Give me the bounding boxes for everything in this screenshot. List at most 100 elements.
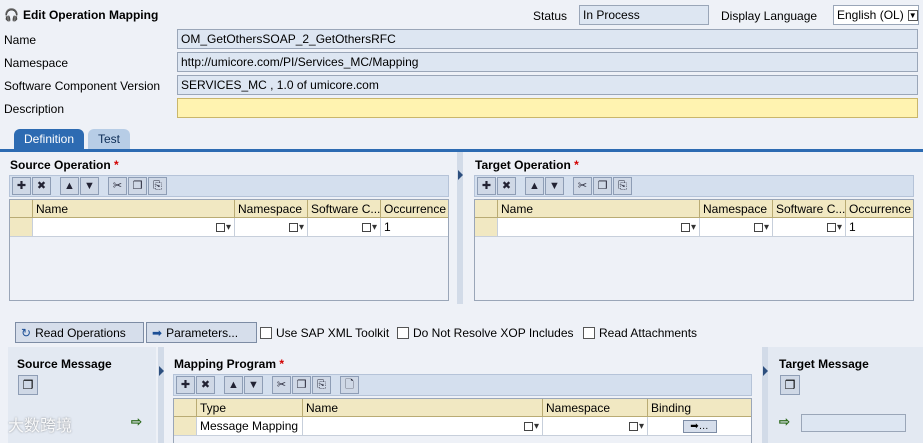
checkbox-box[interactable]	[260, 327, 272, 339]
checkbox-label: Read Attachments	[599, 326, 698, 340]
tab-test[interactable]: Test	[88, 129, 131, 150]
delete-row-icon[interactable]: ✖	[497, 177, 516, 195]
mapping-program-title: Mapping Program *	[174, 357, 284, 371]
name-cell[interactable]: ▾	[303, 417, 543, 435]
add-row-icon[interactable]: ✚	[12, 177, 31, 195]
parameters-button[interactable]: ➡ Parameters...	[146, 322, 257, 343]
scv-field[interactable]: SERVICES_MC , 1.0 of umicore.com	[177, 75, 918, 95]
table-row[interactable]: Message Mapping ▾ ▾ ➡…	[174, 417, 751, 436]
watermark-logo: 大数跨境	[8, 412, 72, 436]
tab-definition[interactable]: Definition	[14, 129, 85, 150]
move-down-icon[interactable]: ▼	[80, 177, 99, 195]
description-field[interactable]	[177, 98, 918, 118]
checkbox-box[interactable]	[397, 327, 409, 339]
value-help-icon[interactable]: ▾	[753, 222, 769, 233]
checkbox-label: Do Not Resolve XOP Includes	[413, 326, 574, 340]
add-row-icon[interactable]: ✚	[176, 376, 195, 394]
description-label: Description	[4, 102, 65, 116]
name-cell[interactable]: ▾	[33, 218, 235, 236]
cut-icon[interactable]: ✂	[272, 376, 291, 394]
delete-row-icon[interactable]: ✖	[32, 177, 51, 195]
display-language-value: English (OL)	[837, 8, 904, 22]
value-help-icon[interactable]: ▾	[826, 222, 842, 233]
target-operation-title: Target Operation *	[475, 158, 579, 172]
splitter-arrow-icon[interactable]	[458, 170, 463, 180]
namespace-cell[interactable]: ▾	[543, 417, 648, 435]
display-message-icon[interactable]: ❐	[780, 375, 800, 395]
cut-icon[interactable]: ✂	[573, 177, 592, 195]
copy-icon[interactable]: ❐	[128, 177, 147, 195]
column-header[interactable]: Type	[197, 399, 303, 416]
page-title-text: Edit Operation Mapping	[22, 8, 159, 22]
column-header[interactable]: Namespace	[235, 200, 308, 217]
column-header[interactable]: Occurrence	[381, 200, 448, 217]
column-header[interactable]: Name	[498, 200, 700, 217]
do-not-resolve-xop-checkbox[interactable]: Do Not Resolve XOP Includes	[397, 326, 574, 340]
column-header[interactable]: Name	[303, 399, 543, 416]
move-up-icon[interactable]: ▲	[60, 177, 79, 195]
namespace-cell[interactable]: ▾	[235, 218, 308, 236]
display-language-select[interactable]: English (OL) ▼	[833, 5, 919, 25]
splitter-arrow-icon[interactable]	[763, 366, 768, 376]
move-up-icon[interactable]: ▲	[525, 177, 544, 195]
column-header[interactable]: Software C...	[773, 200, 846, 217]
value-help-icon[interactable]: ▾	[523, 421, 539, 432]
row-selector[interactable]	[10, 218, 33, 236]
move-up-icon[interactable]: ▲	[224, 376, 243, 394]
read-attachments-checkbox[interactable]: Read Attachments	[583, 326, 697, 340]
column-header[interactable]: Name	[33, 200, 235, 217]
column-header[interactable]: Software C...	[308, 200, 381, 217]
cut-icon[interactable]: ✂	[108, 177, 127, 195]
column-header[interactable]: Namespace	[543, 399, 648, 416]
splitter-arrow-icon[interactable]	[159, 366, 164, 376]
document-icon[interactable]: 🗋	[340, 376, 359, 394]
binding-button[interactable]: ➡…	[682, 419, 717, 433]
column-header[interactable]: Namespace	[700, 200, 773, 217]
add-row-icon[interactable]: ✚	[477, 177, 496, 195]
row-selector[interactable]	[475, 218, 498, 236]
swc-cell[interactable]: ▾	[773, 218, 846, 236]
value-help-icon[interactable]: ▾	[680, 222, 696, 233]
column-header[interactable]: Occurrence	[846, 200, 913, 217]
arrow-right-icon: ⇨	[131, 414, 142, 429]
paste-icon[interactable]: ⎘	[613, 177, 632, 195]
table-row[interactable]: ▾ ▾ ▾ 1	[475, 218, 913, 237]
namespace-cell[interactable]: ▾	[700, 218, 773, 236]
splitter[interactable]	[158, 347, 164, 443]
table-header: Name Namespace Software C... Occurrence	[475, 200, 913, 218]
refresh-icon: ↻	[21, 325, 32, 340]
binding-cell[interactable]: ➡…	[648, 417, 751, 435]
column-header[interactable]: Binding	[648, 399, 751, 416]
target-message-field[interactable]	[801, 414, 906, 432]
parameters-label: Parameters...	[166, 325, 239, 340]
checkbox-box[interactable]	[583, 327, 595, 339]
swc-cell[interactable]: ▾	[308, 218, 381, 236]
copy-icon[interactable]: ❐	[593, 177, 612, 195]
value-help-icon[interactable]: ▾	[288, 222, 304, 233]
status-field: In Process	[579, 5, 709, 25]
move-down-icon[interactable]: ▼	[244, 376, 263, 394]
type-cell[interactable]: Message Mapping	[197, 417, 303, 435]
copy-icon[interactable]: ❐	[292, 376, 311, 394]
occurrence-cell[interactable]: 1	[846, 218, 913, 236]
display-message-icon[interactable]: ❐	[18, 375, 38, 395]
table-row[interactable]: ▾ ▾ ▾ 1	[10, 218, 448, 237]
name-cell[interactable]: ▾	[498, 218, 700, 236]
target-operation-table: Name Namespace Software C... Occurrence …	[474, 199, 914, 301]
namespace-field[interactable]: http://umicore.com/PI/Services_MC/Mappin…	[177, 52, 918, 72]
move-down-icon[interactable]: ▼	[545, 177, 564, 195]
paste-icon[interactable]: ⎘	[148, 177, 167, 195]
value-help-icon[interactable]: ▾	[215, 222, 231, 233]
value-help-icon[interactable]: ▾	[628, 421, 644, 432]
row-selector[interactable]	[174, 417, 197, 435]
paste-icon[interactable]: ⎘	[312, 376, 331, 394]
splitter[interactable]	[762, 347, 768, 443]
use-sap-xml-toolkit-checkbox[interactable]: Use SAP XML Toolkit	[260, 326, 389, 340]
value-help-icon[interactable]: ▾	[361, 222, 377, 233]
read-operations-button[interactable]: ↻ Read Operations	[15, 322, 144, 343]
occurrence-cell[interactable]: 1	[381, 218, 448, 236]
name-field[interactable]: OM_GetOthersSOAP_2_GetOthersRFC	[177, 29, 918, 49]
page-title: 🎧 Edit Operation Mapping	[4, 8, 158, 22]
delete-row-icon[interactable]: ✖	[196, 376, 215, 394]
namespace-label: Namespace	[4, 56, 69, 70]
